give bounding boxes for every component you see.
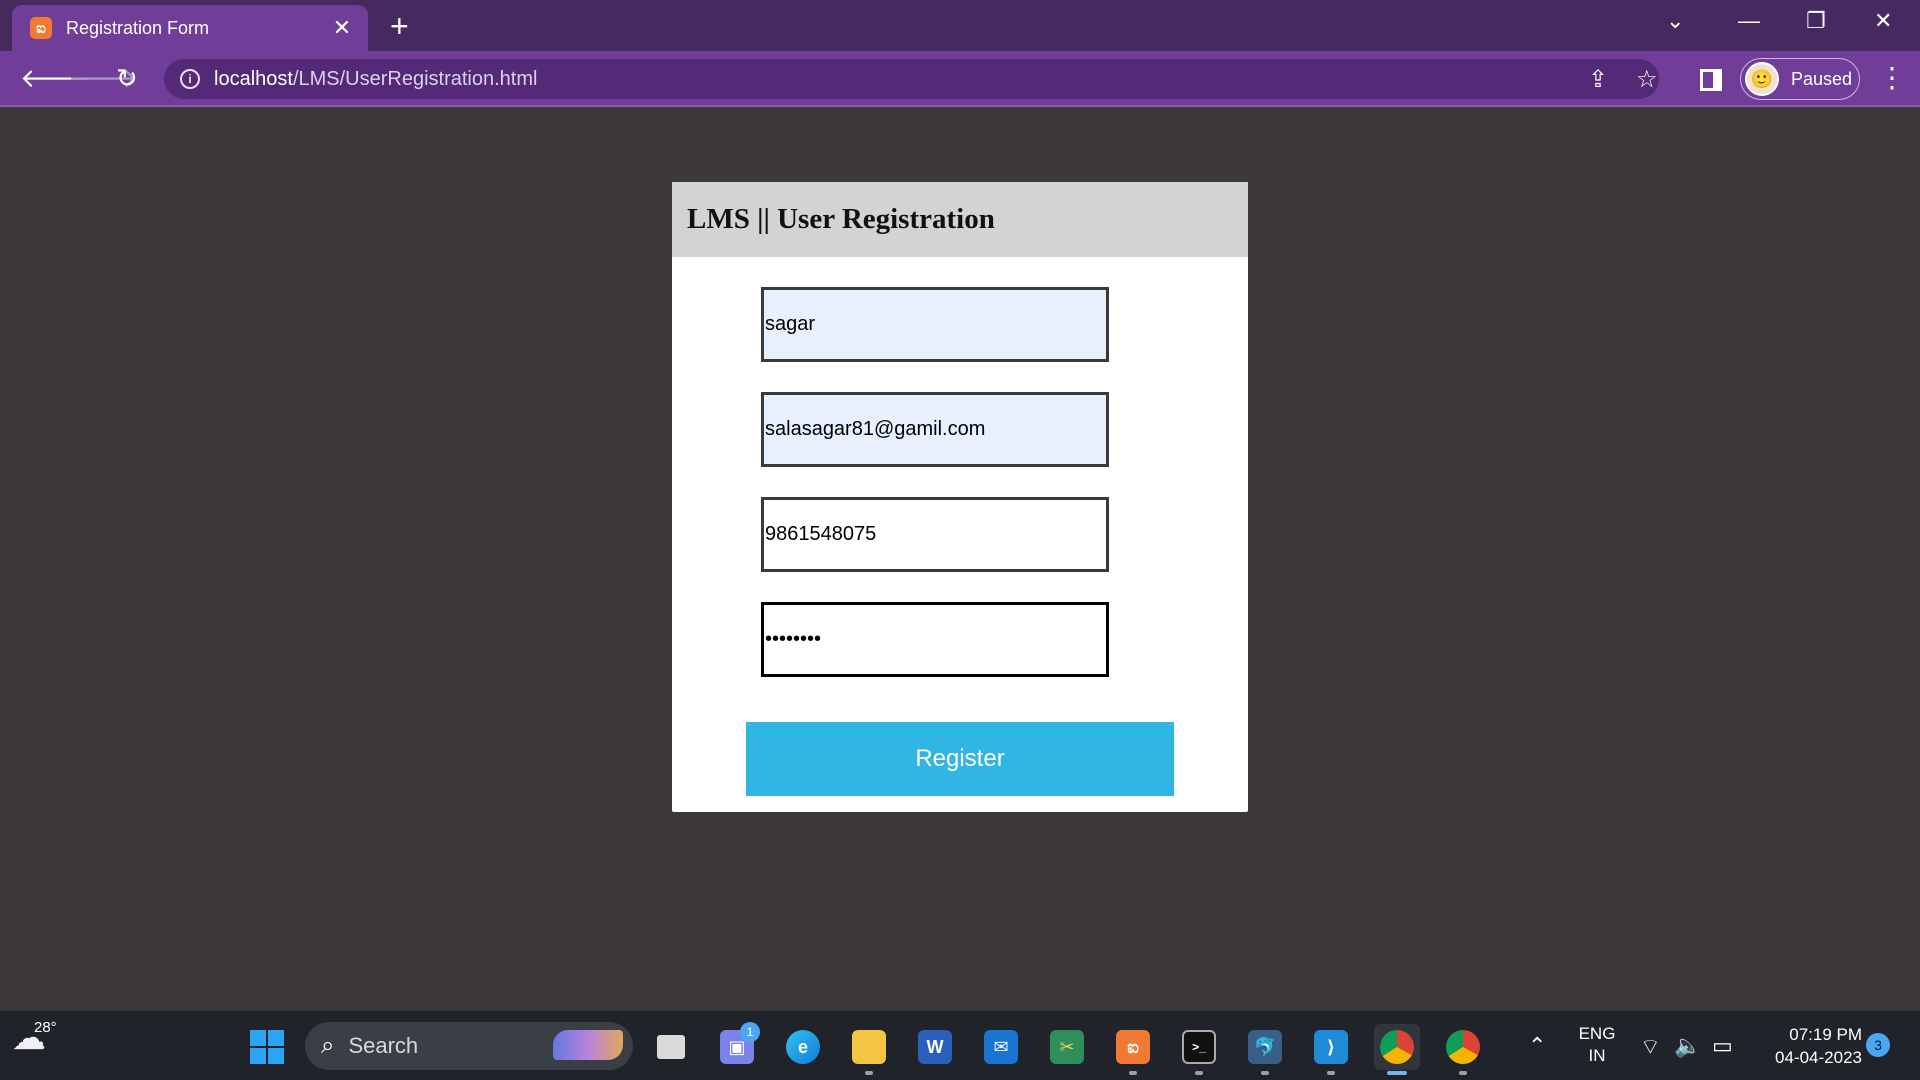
speaker-icon[interactable]: 🔈 — [1674, 1033, 1701, 1059]
search-label: Search — [348, 1033, 419, 1058]
chrome-profile-icon[interactable] — [1440, 1024, 1486, 1075]
windows-start-icon[interactable] — [244, 1024, 290, 1070]
address-bar[interactable]: i localhost/LMS/UserRegistration.html ⇪ … — [164, 59, 1659, 99]
new-tab-button[interactable]: + — [390, 10, 409, 42]
profile-status: Paused — [1791, 68, 1853, 89]
battery-icon[interactable]: ▭ — [1712, 1033, 1733, 1059]
tab-search-icon[interactable]: ⌄ — [1666, 8, 1684, 34]
xampp-icon[interactable]: ಐ — [1110, 1024, 1156, 1075]
name-field[interactable] — [761, 287, 1109, 362]
wifi-icon[interactable]: ⌔ — [1640, 1033, 1661, 1061]
search-icon: ⌕ — [321, 1032, 335, 1059]
register-button[interactable]: Register — [746, 722, 1174, 796]
mysql-workbench-icon[interactable]: 🐬 — [1242, 1024, 1288, 1075]
reload-icon[interactable]: ↻ — [116, 63, 138, 93]
card-header: LMS || User Registration — [672, 182, 1248, 257]
url-text[interactable]: localhost/LMS/UserRegistration.html — [214, 68, 537, 91]
share-icon[interactable]: ⇪ — [1588, 65, 1608, 94]
mail-icon[interactable]: ✉ — [978, 1024, 1024, 1070]
vscode-icon[interactable]: ⟩ — [1308, 1024, 1354, 1075]
file-explorer-icon[interactable] — [846, 1024, 892, 1075]
password-field[interactable] — [761, 602, 1109, 677]
info-icon[interactable]: i — [180, 69, 200, 89]
windows-taskbar: ☁ 28° ⌕ Search ▣ 1 e W ✉ ✂ ಐ >_ 🐬 ⟩ ⌃ EN… — [0, 1010, 1920, 1080]
search-highlight-graphic — [553, 1030, 623, 1060]
chevron-up-icon[interactable]: ⌃ — [1528, 1033, 1546, 1059]
taskbar-search[interactable]: ⌕ Search — [305, 1022, 633, 1070]
page-title: LMS || User Registration — [687, 203, 995, 235]
tab-title: Registration Form — [66, 17, 210, 38]
tab-close-icon[interactable]: ✕ — [330, 15, 354, 41]
kebab-menu-icon[interactable]: ⋮ — [1878, 61, 1906, 94]
registration-card: LMS || User Registration Register — [672, 182, 1248, 812]
profile-button[interactable]: 🙂 Paused — [1740, 58, 1860, 100]
star-icon[interactable]: ☆ — [1636, 65, 1658, 94]
minimize-button[interactable]: — — [1738, 8, 1760, 34]
chrome-icon[interactable] — [1374, 1024, 1420, 1075]
task-view-icon[interactable] — [648, 1024, 694, 1070]
snipping-tool-icon[interactable]: ✂ — [1044, 1024, 1090, 1070]
language-indicator[interactable]: ENG IN — [1576, 1023, 1618, 1067]
browser-toolbar: 🡐 🡒 ↻ i localhost/LMS/UserRegistration.h… — [0, 51, 1920, 107]
close-window-button[interactable]: ✕ — [1874, 8, 1892, 34]
edge-icon[interactable]: e — [780, 1024, 826, 1070]
email-field[interactable] — [761, 392, 1109, 467]
xampp-favicon: ಐ — [30, 17, 52, 39]
notification-badge[interactable]: 3 — [1866, 1033, 1890, 1057]
weather-widget[interactable]: ☁ 28° — [12, 1019, 57, 1057]
tab-registration-form[interactable]: ಐ Registration Form ✕ — [12, 5, 368, 51]
avatar: 🙂 — [1745, 62, 1779, 96]
word-icon[interactable]: W — [912, 1024, 958, 1070]
weather-temperature: 28° — [34, 1019, 57, 1036]
side-panel-icon[interactable] — [1700, 69, 1722, 91]
terminal-icon[interactable]: >_ — [1176, 1024, 1222, 1075]
teams-chat-icon[interactable]: ▣ 1 — [714, 1022, 760, 1070]
teams-badge: 1 — [740, 1022, 760, 1042]
phone-field[interactable] — [761, 497, 1109, 572]
browser-tab-strip: ಐ Registration Form ✕ + ⌄ — ❐ ✕ — [0, 0, 1920, 51]
restore-button[interactable]: ❐ — [1806, 8, 1826, 34]
clock[interactable]: 07:19 PM 04-04-2023 — [1752, 1023, 1862, 1069]
